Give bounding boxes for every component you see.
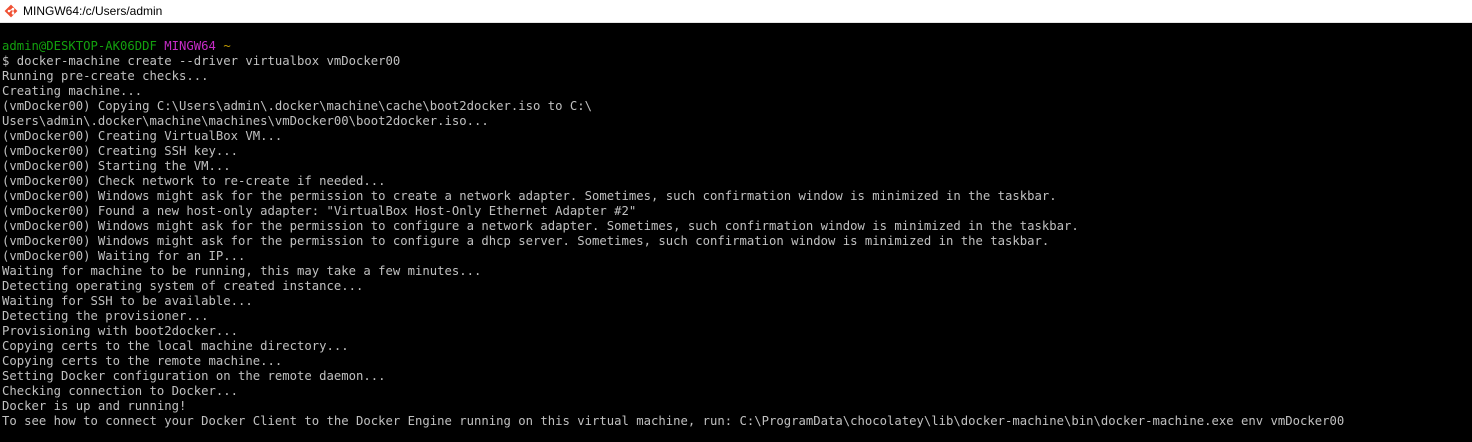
command-output: Running pre-create checks... Creating mac… (2, 69, 1344, 429)
output-line: Checking connection to Docker... (2, 384, 239, 398)
output-line: (vmDocker00) Copying C:\Users\admin\.doc… (2, 99, 593, 113)
output-line: Copying certs to the remote machine... (2, 354, 283, 368)
output-line: Setting Docker configuration on the remo… (2, 369, 386, 383)
prompt-line: admin@DESKTOP-AK06DDF MINGW64 ~ (2, 39, 1344, 54)
terminal-area[interactable]: admin@DESKTOP-AK06DDF MINGW64 ~ $ docker… (0, 23, 1472, 442)
output-line: (vmDocker00) Found a new host-only adapt… (2, 204, 637, 218)
output-line: (vmDocker00) Creating VirtualBox VM... (2, 129, 283, 143)
terminal-window: MINGW64:/c/Users/admin admin@DESKTOP-AK0… (0, 0, 1472, 442)
output-line: Waiting for machine to be running, this … (2, 264, 482, 278)
git-bash-icon (4, 4, 18, 18)
output-line: Detecting operating system of created in… (2, 279, 364, 293)
terminal-output: admin@DESKTOP-AK06DDF MINGW64 ~ $ docker… (2, 39, 1344, 429)
output-line: Provisioning with boot2docker... (2, 324, 239, 338)
prompt-system: MINGW64 (164, 39, 216, 53)
prompt-cwd: ~ (223, 39, 231, 53)
output-line: (vmDocker00) Starting the VM... (2, 159, 231, 173)
output-line: Users\admin\.docker\machine\machines\vmD… (2, 114, 489, 128)
output-line: (vmDocker00) Windows might ask for the p… (2, 219, 1079, 233)
output-line: Copying certs to the local machine direc… (2, 339, 349, 353)
output-line: (vmDocker00) Check network to re-create … (2, 174, 386, 188)
output-line: Waiting for SSH to be available... (2, 294, 253, 308)
output-line: Docker is up and running! (2, 399, 187, 413)
output-line: (vmDocker00) Creating SSH key... (2, 144, 239, 158)
output-line: (vmDocker00) Windows might ask for the p… (2, 234, 1050, 248)
output-line: (vmDocker00) Windows might ask for the p… (2, 189, 1057, 203)
output-line: (vmDocker00) Waiting for an IP... (2, 249, 246, 263)
output-line: Running pre-create checks... (2, 69, 209, 83)
output-line: Detecting the provisioner... (2, 309, 209, 323)
title-bar[interactable]: MINGW64:/c/Users/admin (0, 0, 1472, 23)
output-line: Creating machine... (2, 84, 143, 98)
prompt-user-host: admin@DESKTOP-AK06DDF (2, 39, 157, 53)
output-line: To see how to connect your Docker Client… (2, 414, 1345, 428)
command-line: $ docker-machine create --driver virtual… (2, 54, 401, 68)
window-title: MINGW64:/c/Users/admin (23, 4, 163, 18)
